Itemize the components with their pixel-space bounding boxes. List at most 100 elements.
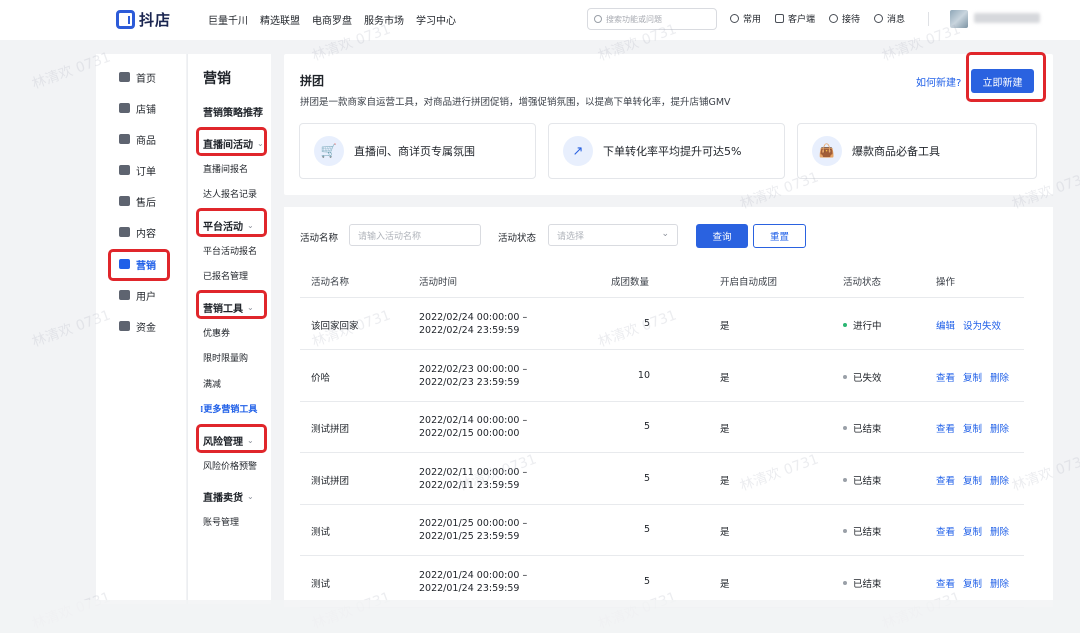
- sidebar-item-shop[interactable]: 店铺: [119, 97, 156, 119]
- cell-count: 5: [643, 472, 650, 484]
- search-input[interactable]: 搜索功能或问题: [587, 8, 717, 30]
- subnav-more-tools-link[interactable]: ⁞更多营销工具: [200, 402, 257, 415]
- cell-name: 测试: [311, 579, 331, 590]
- activity-status-select[interactable]: 请选择 ⌄: [548, 224, 678, 246]
- time-start: 2022/02/11 00:00:00 –: [419, 466, 528, 478]
- time-start: 2022/02/14 00:00:00 –: [419, 415, 528, 427]
- cell-count: 10: [637, 369, 650, 381]
- messages-button[interactable]: 消息: [874, 12, 905, 25]
- subnav-title: 营销: [203, 71, 231, 87]
- column-header: 开启自动成团: [720, 277, 778, 288]
- how-to-create-link[interactable]: 如何新建?: [916, 74, 961, 89]
- home-icon: [119, 72, 130, 82]
- cell-time: 2022/02/24 00:00:00 – 2022/02/24 23:59:59: [419, 311, 527, 337]
- monitor-icon: [775, 14, 785, 23]
- action-link[interactable]: 删除: [990, 524, 1009, 538]
- top-nav-item[interactable]: 电商罗盘: [312, 12, 352, 27]
- action-link[interactable]: 复制: [963, 524, 982, 538]
- action-link[interactable]: 编辑: [936, 318, 955, 332]
- action-link[interactable]: 查看: [936, 473, 955, 487]
- table-row: 该回家回家 2022/02/24 00:00:00 – 2022/02/24 23:…: [300, 298, 1024, 350]
- avatar[interactable]: [950, 10, 968, 28]
- highlight-box: [108, 249, 170, 281]
- bag-icon: 👜: [812, 136, 842, 166]
- action-link[interactable]: 删除: [990, 576, 1009, 590]
- action-link[interactable]: 查看: [936, 576, 955, 590]
- top-bar: 抖店 巨量千川 精选联盟 电商罗盘 服务市场 学习中心 搜索功能或问题 常用 客…: [0, 0, 1080, 40]
- action-link[interactable]: 查看: [936, 370, 955, 384]
- column-header: 成团数量: [611, 277, 650, 288]
- cell-name: 测试拼团: [311, 475, 350, 487]
- query-button[interactable]: 查询: [696, 224, 748, 248]
- activity-name-input[interactable]: 请输入活动名称: [349, 224, 481, 246]
- subnav-group-live-sale[interactable]: 直播卖货 ⌄: [203, 489, 254, 504]
- status-text: 已失效: [853, 372, 882, 384]
- action-link[interactable]: 复制: [963, 473, 982, 487]
- action-link[interactable]: 复制: [963, 370, 982, 384]
- highlight-box: [966, 52, 1046, 102]
- feature-text: 直播间、商详页专属氛围: [354, 145, 475, 158]
- sidebar-item-goods[interactable]: 商品: [119, 128, 156, 150]
- client-button[interactable]: 客户端: [775, 12, 815, 25]
- action-link[interactable]: 删除: [990, 370, 1009, 384]
- column-header: 活动状态: [843, 277, 882, 288]
- sidebar-item-label: 首页: [136, 73, 156, 85]
- reception-button[interactable]: 接待: [829, 12, 860, 25]
- status-text: 已结束: [853, 424, 882, 436]
- logo[interactable]: 抖店: [116, 9, 171, 30]
- time-start: 2022/02/24 00:00:00 –: [419, 312, 528, 323]
- sidebar-item-after-sale[interactable]: 售后: [119, 190, 156, 212]
- status-badge: 已结束: [843, 576, 882, 590]
- frequent-button[interactable]: 常用: [730, 12, 761, 25]
- top-nav-item[interactable]: 服务市场: [364, 12, 404, 27]
- sidebar-item-label: 售后: [136, 197, 156, 209]
- top-nav-item[interactable]: 巨量千川: [208, 12, 248, 27]
- sidebar-item-funds[interactable]: 资金: [119, 315, 156, 337]
- cell-actions: 查看 复制 删除: [936, 473, 1009, 487]
- action-link[interactable]: 复制: [963, 576, 982, 590]
- subnav-item-live-signup[interactable]: 直播间报名: [203, 162, 248, 175]
- sidebar-item-orders[interactable]: 订单: [119, 159, 156, 181]
- order-icon: [119, 165, 130, 175]
- status-dot-icon: [843, 426, 847, 431]
- action-link[interactable]: 删除: [990, 421, 1009, 435]
- action-link[interactable]: 查看: [936, 421, 955, 435]
- top-nav-item[interactable]: 学习中心: [416, 12, 456, 27]
- table-row: 测试拼团 2022/02/11 00:00:00 –2022/02/11 23:5…: [300, 453, 1024, 505]
- action-link[interactable]: 设为失效: [963, 318, 1001, 332]
- action-link[interactable]: 删除: [990, 473, 1009, 487]
- sidebar-item-label: 店铺: [136, 104, 156, 116]
- subnav-strategy[interactable]: 营销策略推荐: [203, 104, 263, 119]
- subnav-item-signed-manage[interactable]: 已报名管理: [203, 269, 248, 282]
- sidebar-item-users[interactable]: 用户: [119, 284, 156, 306]
- cell-time: 2022/01/25 00:00:00 –2022/01/25 23:59:59: [419, 517, 527, 543]
- sidebar-item-label: 资金: [136, 322, 156, 334]
- sidebar-item-home[interactable]: 首页: [119, 66, 156, 88]
- client-label: 客户端: [788, 15, 816, 25]
- cell-name: 价哈: [311, 372, 331, 384]
- subnav-item-price-warning[interactable]: 风险价格预警: [203, 459, 257, 472]
- messages-label: 消息: [887, 15, 906, 25]
- top-nav-item[interactable]: 精选联盟: [260, 12, 300, 27]
- frequent-label: 常用: [743, 15, 762, 25]
- subnav-item-discount[interactable]: 满减: [203, 377, 221, 390]
- action-link[interactable]: 查看: [936, 524, 955, 538]
- subnav-item-talent-records[interactable]: 达人报名记录: [203, 187, 257, 200]
- user-icon: [119, 290, 130, 300]
- action-link[interactable]: 复制: [963, 421, 982, 435]
- cell-actions: 查看 复制 删除: [936, 524, 1009, 538]
- username-blurred[interactable]: [974, 13, 1040, 23]
- subnav-item-account-manage[interactable]: 账号管理: [203, 515, 239, 528]
- content-icon: [119, 227, 130, 237]
- reset-button[interactable]: 重置: [753, 224, 806, 248]
- subnav-item-platform-signup[interactable]: 平台活动报名: [203, 244, 257, 257]
- subnav-item-coupon[interactable]: 优惠券: [203, 326, 230, 339]
- sidebar-item-content[interactable]: 内容: [119, 221, 156, 243]
- status-dot-icon: [843, 477, 847, 482]
- cell-time: 2022/01/24 00:00:00 – 2022/01/24 23:59:59: [419, 569, 527, 595]
- cell-auto: 是: [720, 372, 730, 384]
- sidebar-item-label: 用户: [136, 291, 156, 303]
- filter-name-label: 活动名称: [300, 233, 339, 244]
- cell-count: 5: [643, 576, 650, 587]
- subnav-item-limited[interactable]: 限时限量购: [203, 351, 248, 364]
